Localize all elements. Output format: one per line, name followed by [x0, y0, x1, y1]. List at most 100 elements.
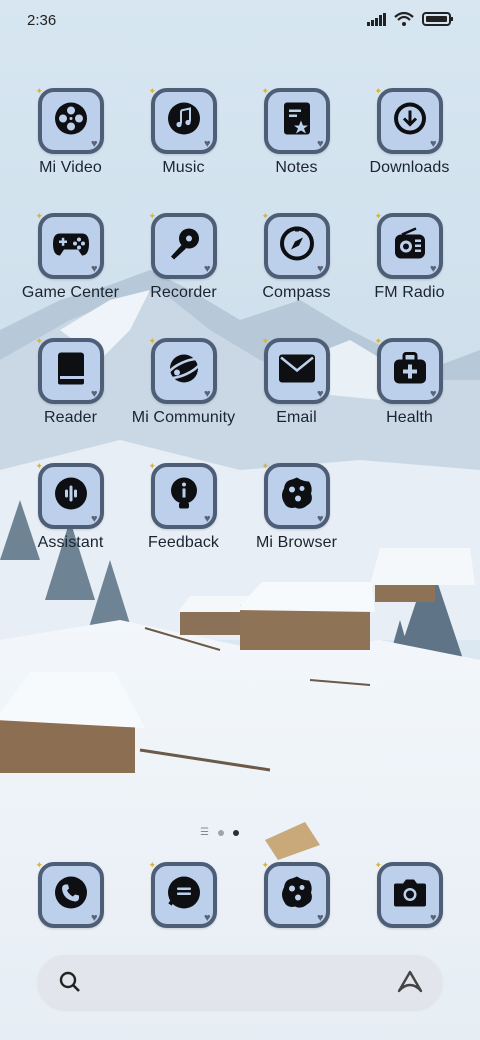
app-reader[interactable]: ✦ ♥ Reader	[14, 336, 127, 427]
app-icon-frame: ✦ ♥	[374, 336, 443, 404]
heart-icon: ♥	[316, 138, 324, 150]
phone-icon	[53, 875, 89, 916]
app-label: Music	[162, 159, 205, 176]
heart-icon: ♥	[90, 263, 98, 275]
dock-messages[interactable]: ✦ ♥	[127, 860, 240, 928]
app-icon-frame: ✦ ♥	[35, 86, 104, 154]
sparkle-icon: ✦	[35, 461, 44, 471]
app-icon-frame: ✦ ♥	[262, 336, 330, 404]
heart-icon: ♥	[429, 138, 437, 150]
sparkle-icon: ✦	[148, 336, 157, 346]
sparkle-icon: ✦	[35, 86, 44, 96]
heart-icon: ♥	[316, 912, 324, 924]
app-email[interactable]: ✦ ♥ Email	[240, 336, 353, 427]
app-label: FM Radio	[374, 284, 445, 301]
voice-wave-icon	[53, 476, 89, 517]
app-compass[interactable]: ✦ ♥ Compass	[240, 211, 353, 302]
app-icon-frame: ✦ ♥	[35, 336, 104, 404]
app-label: Health	[386, 409, 433, 426]
sparkle-icon: ✦	[148, 86, 157, 96]
heart-icon: ♥	[203, 912, 211, 924]
heart-icon: ♥	[316, 263, 324, 275]
app-mi-video[interactable]: ✦ ♥ Mi Video	[14, 86, 127, 177]
app-icon-frame: ✦ ♥	[374, 86, 443, 154]
dock: ✦ ♥ ✦ ♥ ✦ ♥ ✦ ♥	[14, 860, 466, 932]
browser-blob-icon	[279, 476, 315, 517]
message-icon	[166, 875, 202, 916]
microphone-icon	[166, 226, 202, 267]
dock-camera[interactable]: ✦ ♥	[353, 860, 466, 928]
info-bulb-icon	[168, 476, 200, 517]
sparkle-icon: ✦	[374, 211, 383, 221]
app-icon-frame: ✦ ♥	[261, 86, 330, 154]
app-music[interactable]: ✦ ♥ Music	[127, 86, 240, 177]
app-fm-radio[interactable]: ✦ ♥ FM Radio	[353, 211, 466, 302]
app-icon-frame: ✦ ♥	[148, 336, 217, 404]
sparkle-icon: ✦	[35, 860, 44, 870]
film-reel-icon	[53, 101, 89, 142]
dock-mi-browser[interactable]: ✦ ♥	[240, 860, 353, 928]
app-downloads[interactable]: ✦ ♥ Downloads	[353, 86, 466, 177]
app-notes[interactable]: ✦ ♥ Notes	[240, 86, 353, 177]
battery-icon	[422, 12, 454, 31]
status-time: 2:36	[27, 12, 57, 29]
heart-icon: ♥	[90, 912, 98, 924]
heart-icon: ♥	[316, 513, 324, 525]
app-icon-frame: ✦ ♥	[149, 860, 217, 928]
app-game-center[interactable]: ✦ ♥ Game Center	[14, 211, 127, 302]
heart-icon: ♥	[316, 388, 324, 400]
status-bar: 2:36	[0, 0, 480, 44]
dock-phone[interactable]: ✦ ♥	[14, 860, 127, 928]
app-icon-frame: ✦ ♥	[36, 211, 104, 279]
page-indicator[interactable]: ☰	[200, 828, 239, 838]
page-dot[interactable]	[217, 830, 224, 836]
app-label: Feedback	[147, 534, 220, 551]
app-feedback[interactable]: ✦ ♥ Feedback	[127, 461, 240, 552]
heart-icon: ♥	[90, 388, 98, 400]
app-health[interactable]: ✦ ♥ Health	[353, 336, 466, 427]
download-icon	[392, 101, 428, 142]
sparkle-icon: ✦	[35, 336, 44, 346]
app-icon-frame: ✦ ♥	[35, 461, 104, 529]
heart-icon: ♥	[429, 263, 437, 275]
app-icon-frame: ✦ ♥	[261, 461, 330, 529]
camera-icon	[392, 877, 428, 914]
app-recorder[interactable]: ✦ ♥ Recorder	[127, 211, 240, 302]
app-label: Assistant	[37, 534, 104, 551]
heart-icon: ♥	[203, 138, 211, 150]
app-mi-browser[interactable]: ✦ ♥ Mi Browser	[240, 461, 353, 552]
app-icon-frame: ✦ ♥	[261, 211, 330, 279]
sparkle-icon: ✦	[261, 461, 270, 471]
app-label: Mi Community	[131, 409, 236, 426]
app-icon-frame: ✦ ♥	[35, 860, 104, 928]
app-label: Downloads	[369, 159, 450, 176]
heart-icon: ♥	[90, 513, 98, 525]
heart-icon: ♥	[429, 912, 437, 924]
compass-icon	[279, 226, 315, 267]
search-icon[interactable]	[58, 970, 82, 999]
heart-icon: ♥	[90, 138, 98, 150]
sparkle-icon: ✦	[374, 860, 383, 870]
app-mi-community[interactable]: ✦ ♥ Mi Community	[127, 336, 240, 427]
sparkle-icon: ✦	[374, 336, 383, 346]
app-icon-frame: ✦ ♥	[374, 211, 443, 279]
app-icon-frame: ✦ ♥	[374, 860, 443, 928]
search-bar[interactable]	[38, 955, 442, 1009]
page-dot-active[interactable]	[232, 830, 239, 836]
heart-icon: ♥	[203, 263, 211, 275]
sparkle-icon: ✦	[374, 86, 383, 96]
sparkle-icon: ✦	[261, 211, 270, 221]
sparkle-icon: ✦	[148, 461, 157, 471]
first-aid-kit-icon	[392, 352, 428, 391]
planet-icon	[165, 351, 203, 392]
app-assistant[interactable]: ✦ ♥ Assistant	[14, 461, 127, 552]
app-label: Recorder	[150, 284, 217, 301]
app-icon-frame: ✦ ♥	[149, 211, 217, 279]
sparkle-icon: ✦	[261, 86, 270, 96]
book-icon	[54, 351, 88, 392]
assistant-logo-icon[interactable]	[396, 969, 424, 1000]
gamepad-icon	[52, 230, 90, 263]
sparkle-icon: ✦	[261, 860, 270, 870]
music-note-icon	[166, 101, 202, 142]
app-label: Game Center	[21, 284, 120, 301]
